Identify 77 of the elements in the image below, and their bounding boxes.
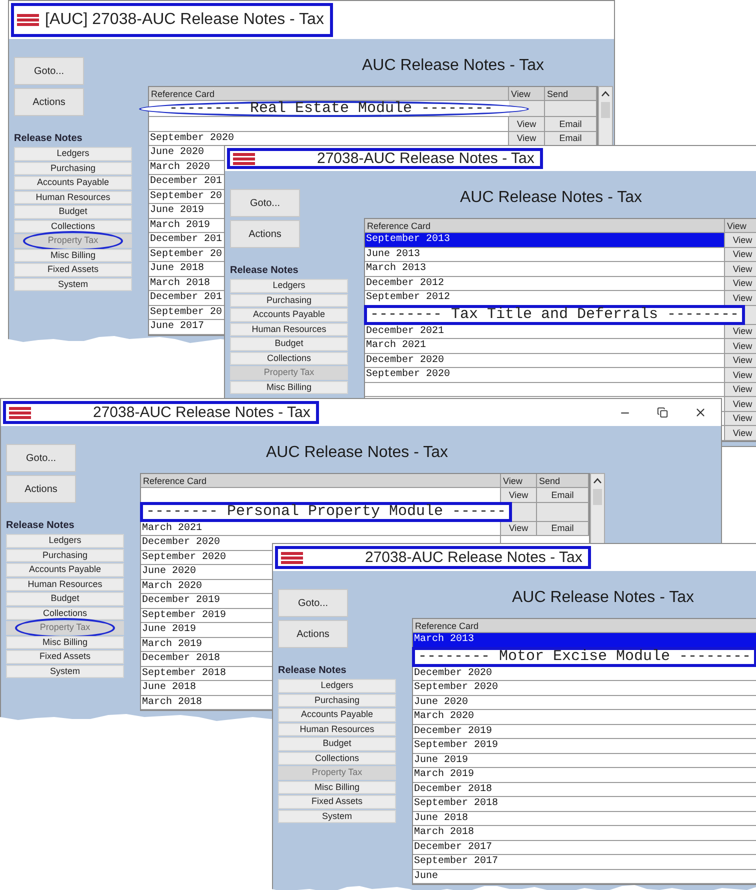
table-cell: March 2018 xyxy=(149,278,210,289)
table-cell: September 2018 xyxy=(141,668,226,679)
section-label: Release Notes xyxy=(230,265,298,276)
window-title: 27038-AUC Release Notes - Tax xyxy=(93,404,310,421)
table-cell: December 2020 xyxy=(365,354,444,366)
column-header: View xyxy=(509,87,545,101)
table-cell: September 2020 xyxy=(365,369,450,380)
table-cell: June 2019 xyxy=(149,205,204,216)
table-cell: September 20 xyxy=(149,190,222,202)
column-header: Reference Card xyxy=(365,219,725,233)
table-cell: December 2018 xyxy=(141,653,220,664)
module-banner: -------- Real Estate Module -------- xyxy=(139,100,530,116)
module-banner: -------- Motor Excise Module -------- xyxy=(412,646,756,666)
table-cell: December 2020 xyxy=(141,537,220,548)
table-cell: March 2019 xyxy=(149,220,210,231)
table-cell: June 2013 xyxy=(365,248,420,260)
table-cell: March 2021 xyxy=(141,522,202,534)
table-cell: March 2018 xyxy=(413,827,474,838)
table-cell: September 2020 xyxy=(413,682,498,694)
table-cell: September 2013 xyxy=(365,234,450,246)
table-cell: June 2020 xyxy=(413,696,468,708)
table-cell: June 2018 xyxy=(141,682,196,694)
table-cell: December 201 xyxy=(149,292,222,304)
table-cell: September 20 xyxy=(149,306,222,318)
table-cell: December 2021 xyxy=(365,326,444,337)
section-label: Release Notes xyxy=(6,520,74,531)
table-cell: March 2019 xyxy=(141,638,202,650)
table-cell: March 2019 xyxy=(413,769,474,780)
table-cell: September 2018 xyxy=(413,798,498,810)
table-cell: September 2020 xyxy=(149,132,234,144)
table-cell: March 2013 xyxy=(413,634,474,646)
module-banner: -------- Personal Property Module ------ xyxy=(140,502,512,522)
table-cell: December 2018 xyxy=(413,784,492,795)
window-title: [AUC] 27038-AUC Release Notes - Tax xyxy=(45,11,324,29)
section-label: Release Notes xyxy=(278,665,346,676)
table-cell: March 2020 xyxy=(141,580,202,592)
table-cell: June 2020 xyxy=(149,147,204,158)
table-cell: September 20 xyxy=(149,248,222,260)
table-cell: September 2020 xyxy=(141,552,226,563)
page-heading: AUC Release Notes - Tax xyxy=(362,57,544,76)
column-header: View xyxy=(725,219,756,233)
table-cell: December 2019 xyxy=(141,595,220,606)
column-header: View xyxy=(501,474,537,488)
page-heading: AUC Release Notes - Tax xyxy=(460,189,642,208)
table-cell: June 2017 xyxy=(149,321,204,332)
column-header: Reference Card xyxy=(149,87,509,101)
table-cell: March 2021 xyxy=(365,340,426,352)
window-title: 27038-AUC Release Notes - Tax xyxy=(317,150,534,167)
window-title: 27038-AUC Release Notes - Tax xyxy=(365,549,582,566)
table-cell: December 2020 xyxy=(413,668,492,679)
column-header: Reference Card xyxy=(413,619,756,633)
table-cell: March 2020 xyxy=(149,162,210,173)
table-cell: March 2018 xyxy=(141,696,202,708)
column-header: Send xyxy=(537,474,589,488)
table-cell: March 2013 xyxy=(365,263,426,274)
table-cell: December 2012 xyxy=(365,278,444,289)
table-cell: December 201 xyxy=(149,234,222,246)
table-cell: September 2012 xyxy=(365,292,450,304)
table-cell: September 2019 xyxy=(141,610,226,621)
table-cell: March 2020 xyxy=(413,711,474,722)
table-cell: June 2018 xyxy=(413,812,468,824)
table-cell: September 2017 xyxy=(413,856,498,868)
table-cell: September 2019 xyxy=(413,740,498,752)
table-cell: June 2020 xyxy=(141,566,196,578)
module-banner: -------- Tax Title and Deferrals -------- xyxy=(364,304,746,324)
table-cell: June 2019 xyxy=(413,754,468,766)
table-cell: June xyxy=(413,870,438,882)
table-cell: December 2019 xyxy=(413,726,492,737)
column-header: Send xyxy=(545,87,597,101)
table-cell: December 2017 xyxy=(413,842,492,853)
table-cell: June 2018 xyxy=(149,263,204,274)
table-cell: December 201 xyxy=(149,176,222,188)
page-heading: AUC Release Notes - Tax xyxy=(266,444,448,463)
section-label: Release Notes xyxy=(14,133,82,144)
page-heading: AUC Release Notes - Tax xyxy=(512,589,694,608)
column-header: Reference Card xyxy=(141,474,501,488)
table-cell: June 2019 xyxy=(141,624,196,636)
